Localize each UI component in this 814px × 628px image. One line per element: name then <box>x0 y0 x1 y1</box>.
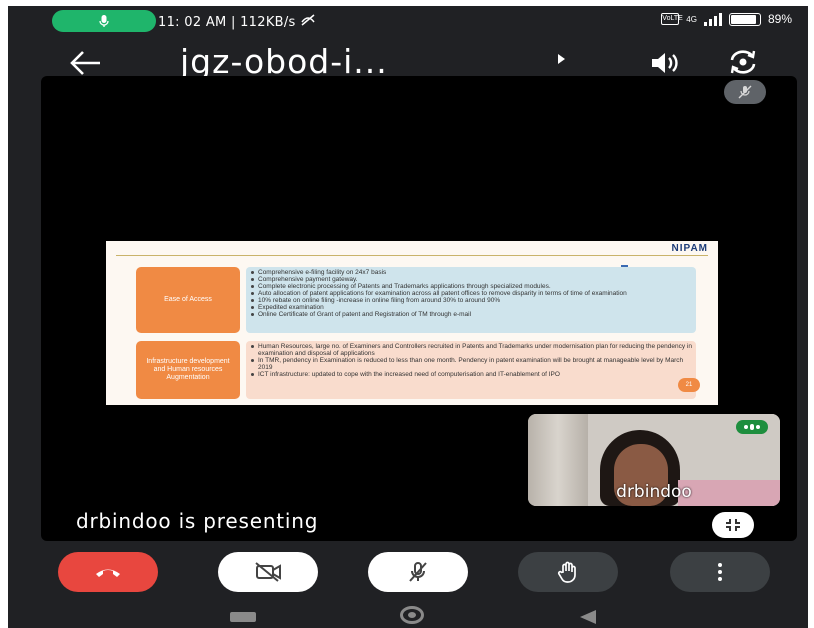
status-time: 11: 02 AM <box>158 15 227 30</box>
bullet: Complete electronic processing of Patent… <box>250 283 692 290</box>
mic-off-icon <box>409 562 427 582</box>
row-label: Infrastructure development and Human res… <box>136 341 240 399</box>
mic-off-icon <box>738 85 752 99</box>
mic-in-use-indicator[interactable] <box>52 10 156 32</box>
back-nav-icon[interactable] <box>580 610 596 624</box>
microphone-toggle-button[interactable] <box>368 552 468 592</box>
back-arrow-icon[interactable] <box>66 46 106 80</box>
silent-mode-icon <box>300 14 316 30</box>
battery-icon <box>728 12 761 26</box>
network-type-label: 4G <box>686 14 697 24</box>
presenting-status: drbindoo is presenting <box>76 509 319 533</box>
speaker-icon[interactable] <box>648 48 682 78</box>
phone-hangup-icon <box>96 569 120 577</box>
bullet: ICT infrastructure: updated to cope with… <box>250 371 692 378</box>
battery-percent: 89% <box>767 12 792 26</box>
bullet: Auto allocation of patent applications f… <box>250 290 692 297</box>
home-nav-icon[interactable] <box>400 606 424 624</box>
status-icons: VoLTE 4G 89% <box>661 12 792 26</box>
presenter-muted-badge <box>724 80 766 104</box>
slide-brand: NIPAM <box>671 243 708 254</box>
row-bullets: Comprehensive e-filing facility on 24x7 … <box>246 267 696 333</box>
volte-icon: VoLTE <box>661 13 683 25</box>
speaking-indicator-icon <box>736 420 768 434</box>
bullet: Comprehensive payment gateway. <box>250 276 692 283</box>
camera-toggle-button[interactable] <box>218 552 318 592</box>
participant-tile[interactable]: drbindoo <box>528 414 780 506</box>
signal-icon <box>703 12 722 26</box>
end-call-button[interactable] <box>58 552 158 592</box>
row-label: Ease of Access <box>136 267 240 333</box>
mic-icon <box>99 15 109 27</box>
slide-header-rule <box>116 255 708 256</box>
row-bullets: Human Resources, large no. of Examiners … <box>246 341 696 399</box>
call-controls <box>8 552 808 596</box>
meet-screen: 11: 02 AM | 112KB/s VoLTE 4G 89% jgz-obo… <box>8 6 808 628</box>
status-time-and-speed: 11: 02 AM | 112KB/s <box>158 14 316 30</box>
bullet: 10% rebate on online filing -increase in… <box>250 297 692 304</box>
network-speed: 112KB/s <box>240 15 296 30</box>
slide-row-ease-of-access: Ease of Access Comprehensive e-filing fa… <box>136 267 696 333</box>
battery-fill <box>730 14 756 24</box>
raise-hand-button[interactable] <box>518 552 618 592</box>
recents-nav-icon[interactable] <box>230 612 256 622</box>
collapse-icon <box>726 519 740 531</box>
bullet: Comprehensive e-filing facility on 24x7 … <box>250 269 692 276</box>
more-options-button[interactable] <box>670 552 770 592</box>
hand-icon <box>557 561 576 583</box>
bullet: Expedited examination <box>250 304 692 311</box>
phone-screenshot: 11: 02 AM | 112KB/s VoLTE 4G 89% jgz-obo… <box>0 0 814 628</box>
status-separator: | <box>230 15 236 30</box>
participant-name: drbindoo <box>616 482 692 502</box>
bullet: Online Certificate of Grant of patent an… <box>250 311 692 318</box>
minimize-presentation-button[interactable] <box>712 512 754 538</box>
camera-off-icon <box>255 562 281 582</box>
shared-slide: NIPAM Ease of Access Comprehensive e-fil… <box>106 241 718 405</box>
more-vert-icon <box>718 563 722 581</box>
camera-switch-icon[interactable] <box>726 46 760 78</box>
bullet: In TMR, pendency in Examination is reduc… <box>250 357 692 371</box>
bullet: Human Resources, large no. of Examiners … <box>250 343 692 357</box>
system-nav-bar <box>8 602 808 628</box>
status-bar: 11: 02 AM | 112KB/s VoLTE 4G 89% <box>8 6 808 38</box>
chevron-right-icon[interactable] <box>558 54 565 64</box>
slide-page-marker: 21 <box>678 378 700 392</box>
slide-row-infrastructure: Infrastructure development and Human res… <box>136 341 696 399</box>
